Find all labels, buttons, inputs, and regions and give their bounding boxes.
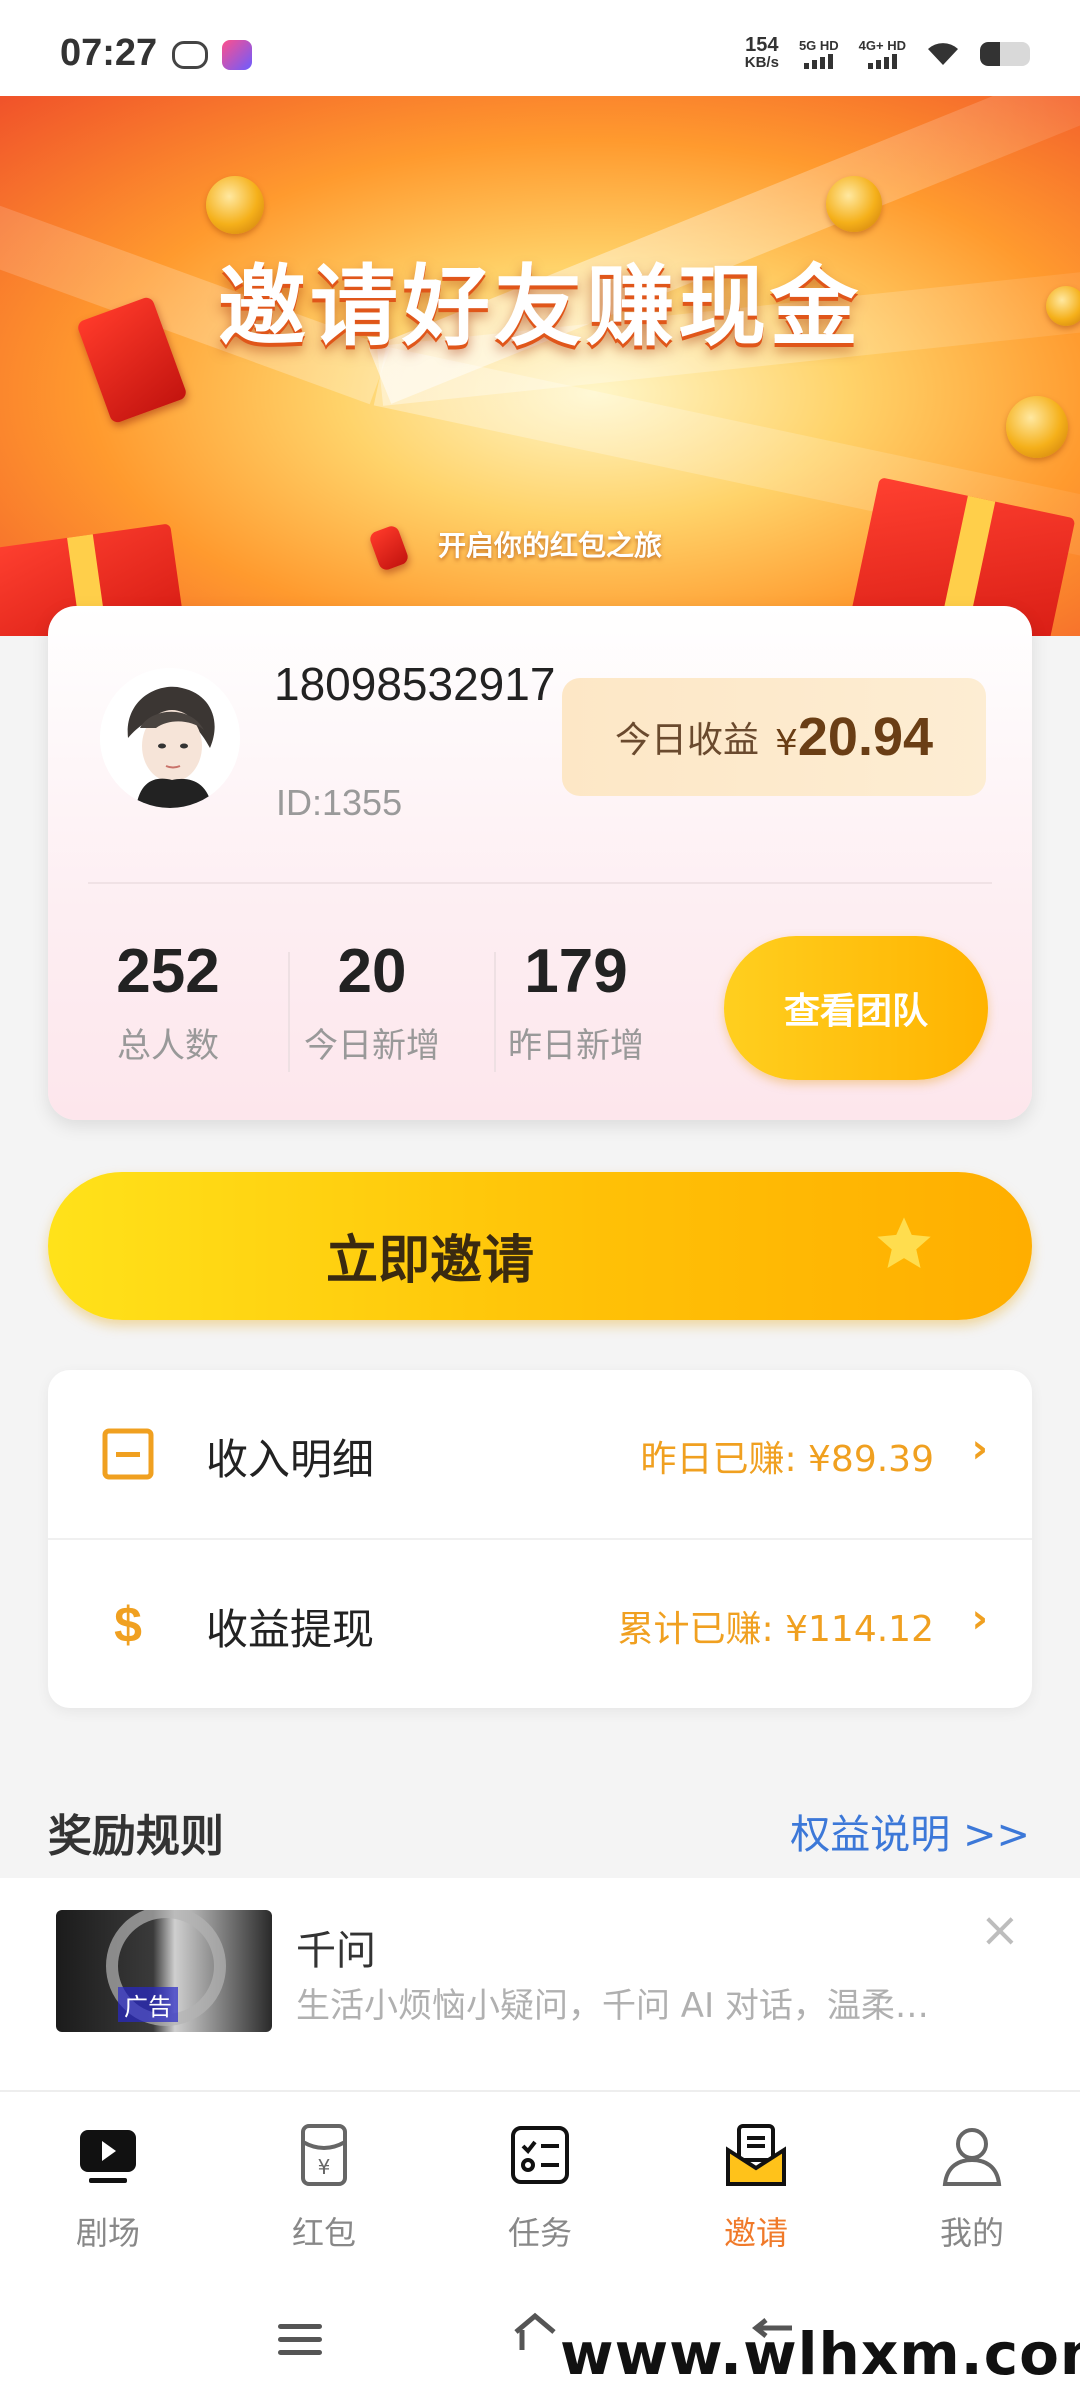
sim1-label: 5G HD <box>798 38 839 53</box>
task-list-icon <box>511 2126 569 2184</box>
tab-theater[interactable]: 剧场 <box>0 2092 216 2282</box>
today-earnings-pill: 今日收益 ¥20.94 <box>562 678 986 796</box>
star-icon <box>877 1217 931 1268</box>
earnings-menu: 收入明细 昨日已赚: ¥89.39 › $ 收益提现 累计已赚: ¥114.12… <box>48 1370 1032 1708</box>
total-earned-value: 累计已赚: ¥114.12 <box>617 1609 934 1650</box>
tab-label: 邀请 <box>723 2214 788 2252</box>
dollar-icon: $ <box>114 1598 142 1650</box>
wifi-icon <box>926 41 960 67</box>
withdraw-row[interactable]: $ 收益提现 累计已赚: ¥114.12 › <box>48 1538 1032 1708</box>
stat-today-new: 20 今日新增 <box>274 936 470 1067</box>
coin-icon <box>826 176 882 232</box>
benefits-link[interactable]: 权益说明 >> <box>790 1802 1030 1860</box>
profile-card: 18098532917 ID:1355 今日收益 ¥20.94 252 总人数 … <box>48 606 1032 1120</box>
signal-icon: 4G+ HD <box>859 39 906 69</box>
stat-yesterday-new: 179 昨日新增 <box>478 936 674 1067</box>
svg-text:¥: ¥ <box>318 2155 331 2179</box>
avatar[interactable] <box>100 668 240 808</box>
tab-profile[interactable]: 我的 <box>864 2092 1080 2282</box>
app-notification-icon <box>222 40 252 70</box>
stat-label: 总人数 <box>117 1026 219 1066</box>
withdraw-label: 收益提现 <box>206 1605 375 1654</box>
red-envelope-icon <box>368 524 410 572</box>
menu-icon[interactable] <box>278 2324 322 2355</box>
today-earnings-label: 今日收益 <box>614 720 759 761</box>
wechat-icon <box>172 41 208 69</box>
tab-red-envelope[interactable]: ¥ 红包 <box>216 2092 432 2282</box>
coin-icon <box>1006 396 1068 458</box>
ad-tag: 广告 <box>118 1987 178 2022</box>
chevron-right-icon: › <box>971 1426 988 1472</box>
ad-description: 生活小烦恼小疑问，千问 AI 对话，温柔… <box>296 1986 929 2026</box>
today-earnings-amount: ¥20.94 <box>775 706 933 768</box>
invite-mail-icon <box>726 2124 786 2186</box>
stat-value: 20 <box>337 937 407 1006</box>
status-notification-icons <box>172 40 252 70</box>
stat-value: 252 <box>116 937 220 1006</box>
ad-thumbnail[interactable]: 广告 <box>56 1910 272 2032</box>
chevron-right-icon: › <box>971 1596 988 1642</box>
net-speed-unit: KB/s <box>744 54 779 71</box>
user-phone: 18098532917 <box>274 658 556 710</box>
ad-banner[interactable]: 广告 千问 生活小烦恼小疑问，千问 AI 对话，温柔… × <box>0 1878 1080 2090</box>
tab-label: 红包 <box>291 2214 356 2252</box>
red-envelope-icon: ¥ <box>301 2124 347 2186</box>
ad-title: 千问 <box>296 1928 376 1974</box>
coin-icon <box>206 176 264 234</box>
status-time: 07:27 <box>60 32 158 74</box>
stat-label: 今日新增 <box>304 1026 440 1066</box>
battery-icon <box>980 42 1030 66</box>
signal-icon: 5G HD <box>799 39 839 69</box>
home-icon[interactable] <box>512 2310 558 2356</box>
stat-label: 昨日新增 <box>508 1026 644 1066</box>
tab-invite[interactable]: 邀请 <box>648 2092 864 2282</box>
user-id: ID:1355 <box>276 782 403 823</box>
ledger-icon <box>102 1428 154 1480</box>
card-divider <box>88 882 992 884</box>
income-detail-label: 收入明细 <box>206 1435 375 1484</box>
close-icon[interactable]: × <box>980 1906 1020 1954</box>
invite-now-button[interactable]: 立即邀请 <box>48 1172 1032 1320</box>
promo-banner: 邀请好友赚现金 开启你的红包之旅 <box>0 96 1080 636</box>
net-speed: 154 KB/s <box>744 34 779 72</box>
banner-subtitle: 开启你的红包之旅 <box>438 529 663 562</box>
play-screen-icon <box>80 2130 136 2183</box>
tab-tasks[interactable]: 任务 <box>432 2092 648 2282</box>
rules-title: 奖励规则 <box>48 1811 224 1862</box>
income-detail-row[interactable]: 收入明细 昨日已赚: ¥89.39 › <box>48 1370 1032 1538</box>
tab-label: 剧场 <box>75 2214 140 2252</box>
status-right-icons: 154 KB/s 5G HD 4G+ HD <box>744 34 1030 72</box>
status-bar: 07:27 154 KB/s 5G HD 4G+ HD <box>0 0 1080 96</box>
watermark-text: www.wlhxm.com <box>560 2320 1080 2388</box>
sim2-label: 4G+ HD <box>858 38 906 53</box>
view-team-button[interactable]: 查看团队 <box>724 936 988 1080</box>
currency-symbol: ¥ <box>774 723 798 764</box>
invite-now-label: 立即邀请 <box>326 1232 535 1290</box>
banner-title: 邀请好友赚现金 <box>217 255 862 358</box>
stat-value: 179 <box>524 937 628 1006</box>
tab-label: 任务 <box>507 2214 572 2252</box>
bottom-tab-bar: 剧场 ¥ 红包 任务 邀请 我的 <box>0 2090 1080 2282</box>
user-icon <box>942 2128 1002 2186</box>
tab-label: 我的 <box>939 2214 1004 2252</box>
svg-text:$: $ <box>114 1598 142 1650</box>
yesterday-earned-value: 昨日已赚: ¥89.39 <box>640 1439 934 1480</box>
net-speed-value: 154 <box>745 34 779 56</box>
today-earnings-value: 20.94 <box>797 707 934 767</box>
stat-total: 252 总人数 <box>70 936 266 1067</box>
